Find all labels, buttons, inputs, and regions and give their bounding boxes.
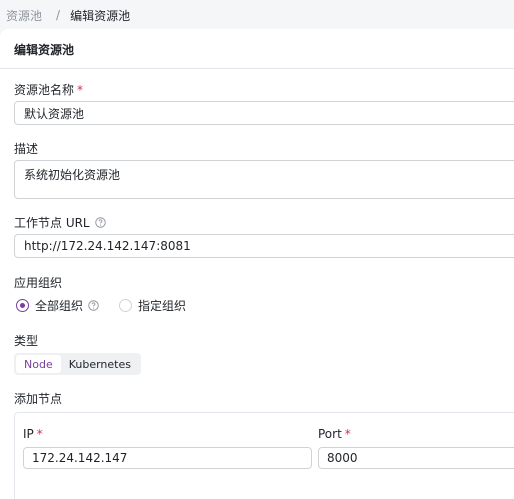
help-icon[interactable] [94,217,106,228]
pool-name-input[interactable]: 默认资源池 [14,101,514,125]
required-mark: * [36,427,43,441]
nodes-label: 添加节点 [14,390,62,407]
node-card: IP * 172.24.142.147 Port * 8000 [14,412,514,499]
type-label: 类型 [14,332,38,349]
help-icon[interactable] [88,300,99,311]
port-value: 8000 [327,451,358,465]
type-option-node[interactable]: Node [16,355,61,373]
nodes-label-text: 添加节点 [14,392,63,406]
org-label: 应用组织 [14,274,62,291]
port-label-text: Port [318,427,342,441]
name-label: 资源池名称 * [14,81,83,98]
ip-label-text: IP [23,427,34,441]
type-option-kubernetes[interactable]: Kubernetes [61,355,139,373]
breadcrumb-parent[interactable]: 资源池 [6,7,42,24]
name-label-text: 资源池名称 [14,83,75,97]
radio-all-orgs-label: 全部组织 [35,299,84,313]
breadcrumb-current: 编辑资源池 [70,8,131,23]
radio-all-orgs[interactable]: 全部组织 [16,297,99,314]
desc-label: 描述 [14,140,38,157]
worker-url-value: http://172.24.142.147:8081 [24,239,191,253]
description-textarea[interactable]: 系统初始化资源池 [14,160,514,199]
required-mark: * [344,427,351,441]
pool-name-value: 默认资源池 [24,106,85,121]
org-radio-group: 全部组织 指定组织 [16,297,206,314]
desc-label-text: 描述 [14,142,39,156]
edit-pool-panel: 编辑资源池 资源池名称 * 默认资源池 描述 系统初始化资源池 工作节点 URL… [0,29,514,499]
port-input[interactable]: 8000 [318,447,514,469]
port-label: Port * [318,427,351,441]
radio-unchecked-icon[interactable] [119,299,133,312]
breadcrumb: 资源池 / 编辑资源池 [6,7,130,23]
ip-label: IP * [23,427,43,441]
type-label-text: 类型 [14,334,39,348]
panel-header: 编辑资源池 [0,29,514,69]
org-label-text: 应用组织 [14,276,63,290]
radio-specific-orgs-label: 指定组织 [138,299,187,313]
radio-specific-orgs[interactable]: 指定组织 [119,297,186,314]
ip-value: 172.24.142.147 [32,451,128,465]
ip-input[interactable]: 172.24.142.147 [23,447,312,469]
url-label: 工作节点 URL [14,214,106,231]
page-title: 编辑资源池 [14,43,75,57]
url-label-text: 工作节点 URL [14,216,90,230]
required-mark: * [77,82,84,97]
radio-checked-icon[interactable] [16,299,29,312]
type-segmented-control: Node Kubernetes [14,353,141,375]
worker-url-input[interactable]: http://172.24.142.147:8081 [14,234,514,258]
description-value: 系统初始化资源池 [24,168,121,182]
breadcrumb-separator: / [56,8,61,22]
